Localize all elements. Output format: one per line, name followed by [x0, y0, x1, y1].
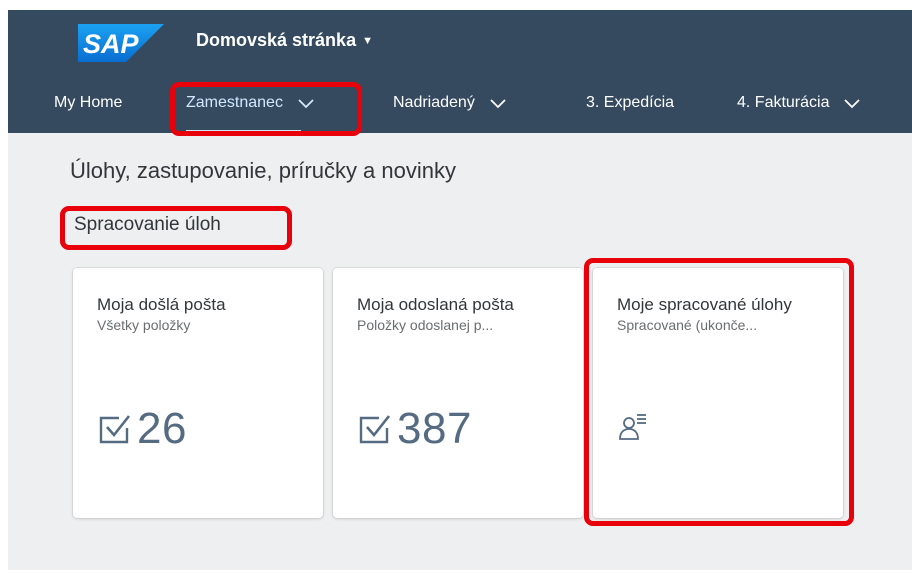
- chevron-down-icon: [298, 98, 314, 108]
- checkbox-icon: [359, 415, 391, 444]
- tab-label: 4. Fakturácia: [737, 93, 830, 111]
- caret-down-icon: ▼: [362, 35, 373, 47]
- tile-kpi: 26: [97, 404, 187, 454]
- space-tabs: My Home Zamestnanec Nadriadený 3. Expedí…: [8, 72, 912, 133]
- tile-processed-tasks[interactable]: Moje spracované úlohy Spracované (ukonče…: [593, 268, 843, 518]
- page-title: Úlohy, zastupovanie, príručky a novinky: [70, 158, 456, 183]
- tile-title-text: Moja odoslaná pošta: [357, 295, 514, 314]
- tile-subtitle: Spracované (ukonče...: [617, 317, 758, 333]
- tile-count: 387: [397, 404, 472, 453]
- home-title-menu[interactable]: Domovská stránka ▼: [196, 28, 373, 52]
- tile-subtitle: Všetky položky: [97, 317, 191, 333]
- tile-sent[interactable]: Moja odoslaná pošta Položky odoslanej p.…: [333, 268, 583, 518]
- launchpad: SAP Domovská stránka ▼ My Home Zamestnan…: [8, 10, 912, 570]
- tile-inbox[interactable]: Moja došlá pošta Všetky položky 26: [73, 268, 323, 518]
- tab-fakturacia[interactable]: 4. Fakturácia: [737, 72, 861, 133]
- tile-subtitle: Položky odoslanej p...: [357, 317, 494, 333]
- shell-top-bar: SAP Domovská stránka ▼: [8, 10, 912, 72]
- chevron-down-icon: [490, 98, 506, 108]
- sap-logo[interactable]: SAP: [78, 24, 164, 62]
- home-title-text: Domovská stránka: [196, 29, 357, 50]
- sap-logo-text: SAP: [83, 29, 140, 59]
- tab-label: 3. Expedícia: [586, 93, 675, 111]
- tab-nadriadeny[interactable]: Nadriadený: [393, 72, 507, 133]
- shell-header: SAP Domovská stránka ▼ My Home Zamestnan…: [8, 10, 912, 133]
- tab-label: Zamestnanec: [186, 93, 283, 111]
- tile-title: Moja odoslaná pošta Položky odoslanej p.…: [357, 294, 567, 334]
- chevron-down-icon: [844, 98, 861, 108]
- tab-label: Nadriadený: [393, 93, 475, 111]
- tile-count: 26: [137, 404, 187, 453]
- tile-kpi: 387: [357, 404, 472, 454]
- active-tab-indicator: [186, 130, 301, 133]
- checkbox-icon: [99, 415, 131, 444]
- tile-title: Moje spracované úlohy Spracované (ukonče…: [617, 294, 827, 334]
- tab-expedicia[interactable]: 3. Expedícia: [586, 72, 674, 133]
- tile-title-text: Moja došlá pošta: [97, 295, 226, 314]
- tile-title: Moja došlá pošta Všetky položky: [97, 294, 307, 334]
- user-list-icon: [619, 414, 646, 440]
- tab-my-home[interactable]: My Home: [54, 72, 122, 133]
- tab-label: My Home: [54, 93, 123, 111]
- tab-zamestnanec[interactable]: Zamestnanec: [186, 72, 315, 133]
- group-title: Spracovanie úloh: [74, 214, 221, 235]
- tile-title-text: Moje spracované úlohy: [617, 295, 792, 314]
